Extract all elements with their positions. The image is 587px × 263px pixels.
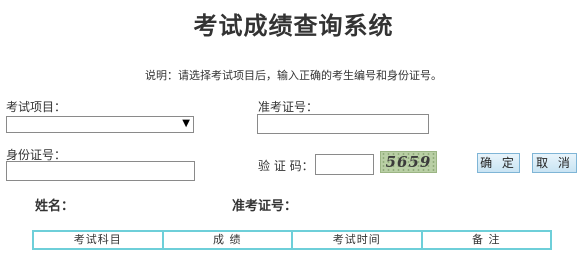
instructions-note: 说明：请选择考试项目后，输入正确的考生编号和身份证号。 [145,69,442,82]
captcha-label: 验 证 码： [258,159,314,173]
captcha-input[interactable] [315,154,374,175]
column-score: 成 绩 [164,232,293,248]
page-title: 考试成绩查询系统 [193,12,394,40]
column-remarks: 备 注 [472,233,501,246]
exam-number-input[interactable] [257,114,429,134]
id-number-input[interactable] [6,161,195,181]
exam-number-label: 准考证号： [258,100,319,114]
exam-item-select[interactable]: ▼ [6,116,194,133]
result-name-label: 姓名： [35,199,75,214]
exam-item-label: 考试项目： [6,100,67,114]
result-exam-number-label: 准考证号： [232,199,298,214]
results-table: 考试科目 成 绩 考试时间 备 注 [32,230,552,250]
query-page: 考试成绩查询系统 说明：请选择考试项目后，输入正确的考生编号和身份证号。 考试项… [0,0,587,263]
captcha-code: 5659 [385,153,432,171]
column-subject: 考试科目 [34,232,164,248]
cancel-button[interactable]: 取 消 [532,153,577,173]
dropdown-arrow-icon[interactable]: ▼ [182,118,190,129]
column-exam-time: 考试时间 [293,232,423,248]
captcha-image[interactable]: 5659 [380,151,437,173]
confirm-button[interactable]: 确 定 [477,153,520,173]
